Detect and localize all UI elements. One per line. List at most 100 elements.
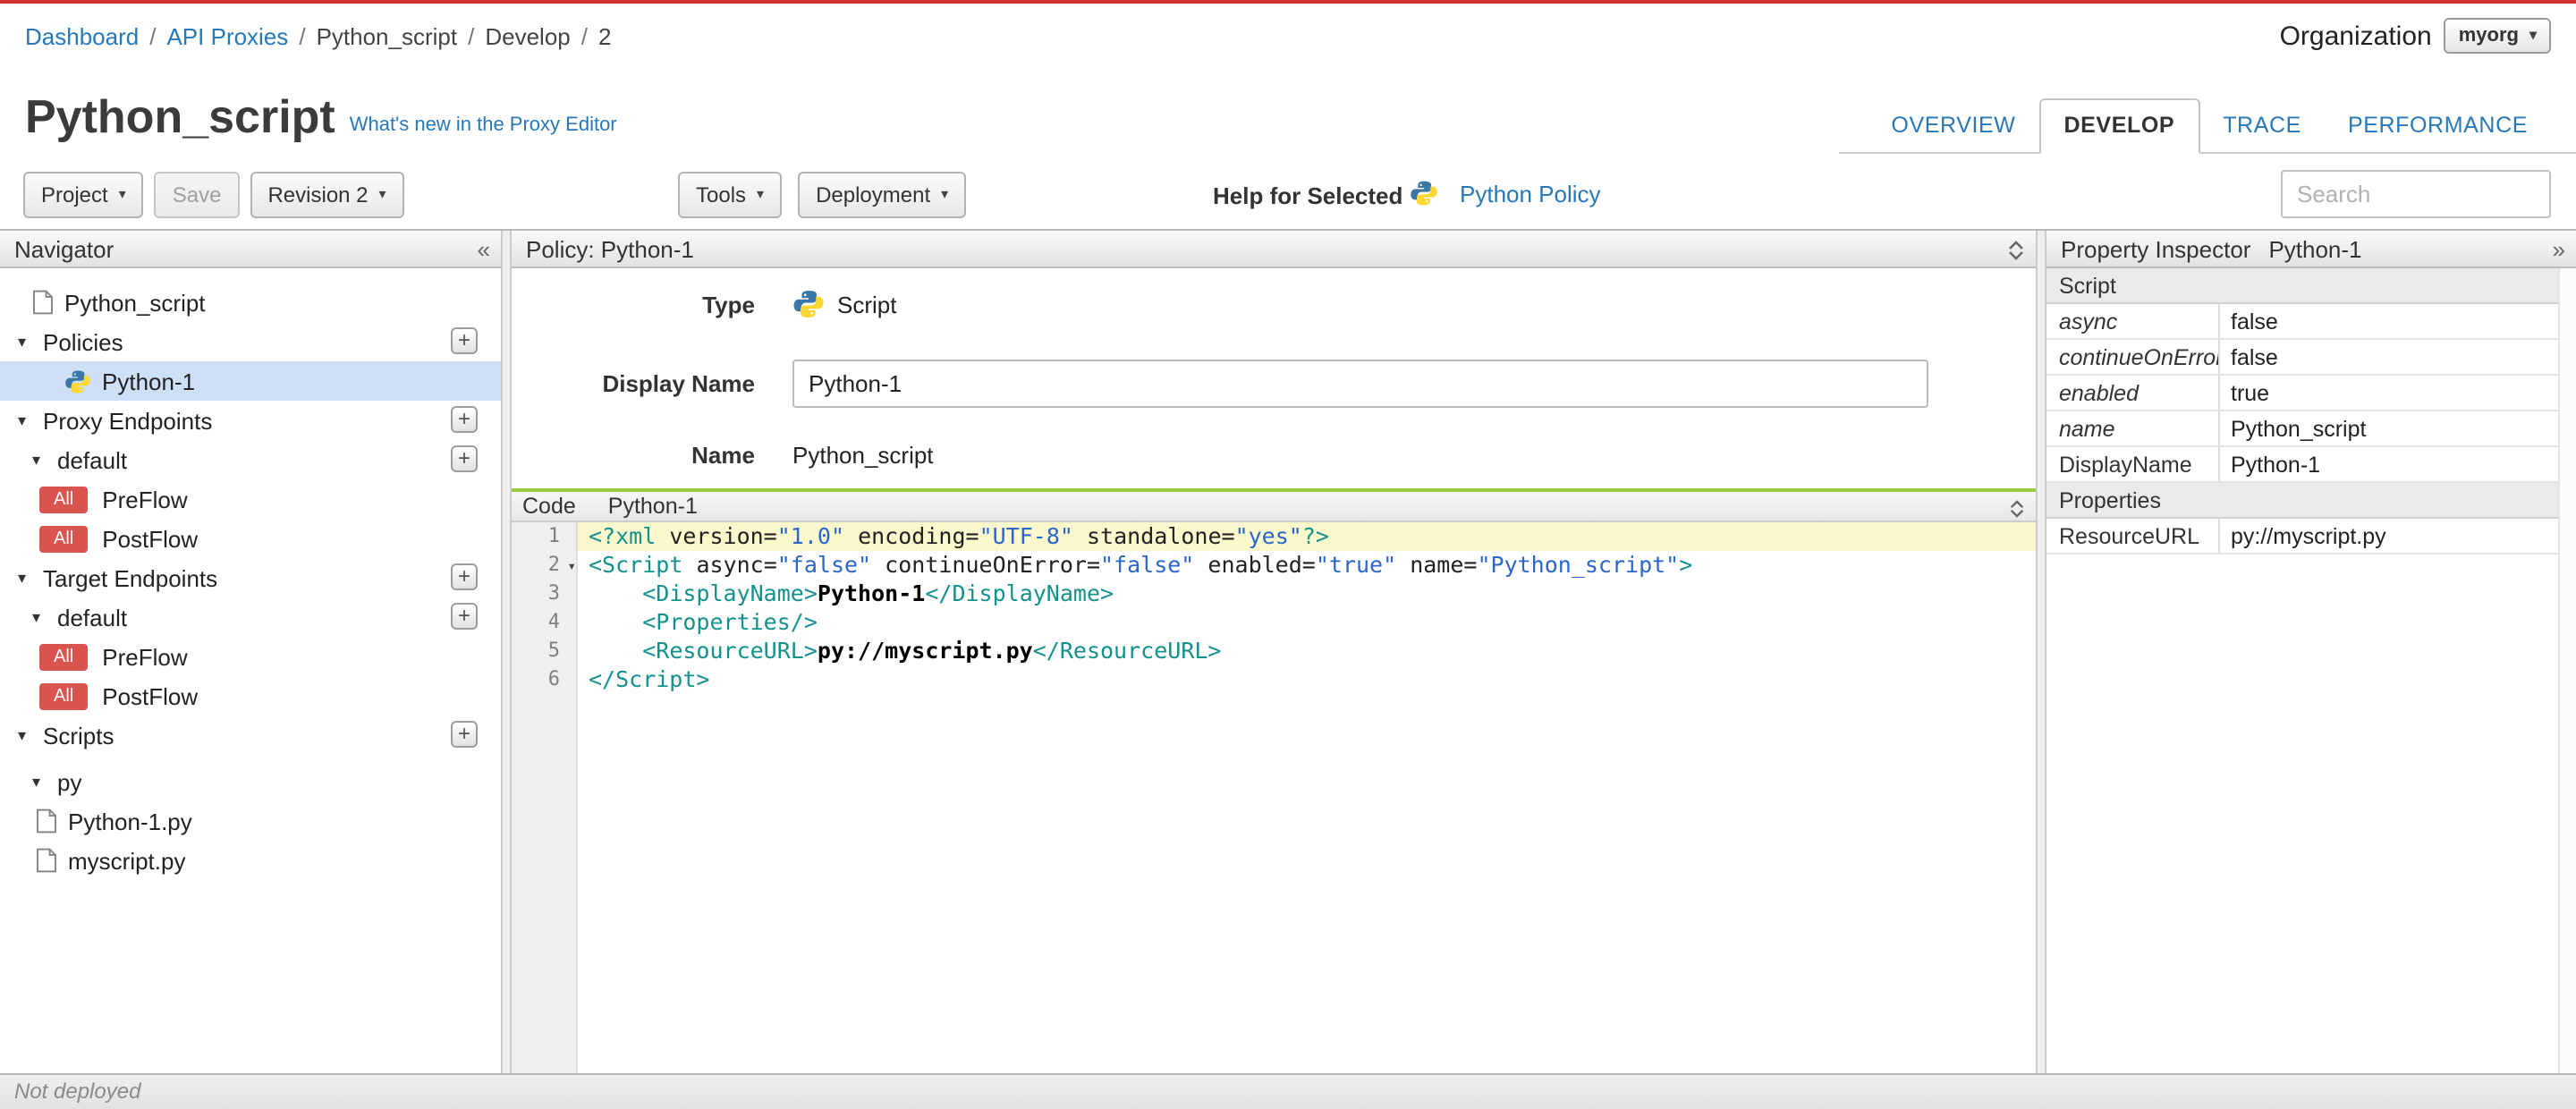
breadcrumb-separator: /	[299, 22, 306, 49]
deployment-menu-button[interactable]: Deployment ▾	[798, 172, 967, 218]
inspector-property-value[interactable]: false	[2220, 340, 2576, 374]
caret-down-icon[interactable]: ▾	[32, 450, 50, 470]
caret-down-icon[interactable]: ▾	[18, 725, 36, 745]
tree-section-proxy-endpoints[interactable]: ▾ Proxy Endpoints +	[0, 401, 501, 440]
inspector-row[interactable]: enabled true	[2046, 376, 2576, 411]
add-proxy-endpoint-button[interactable]: +	[451, 406, 478, 433]
caret-down-icon[interactable]: ▾	[32, 607, 50, 627]
add-policy-button[interactable]: +	[451, 327, 478, 354]
policy-panel-header: Policy: Python-1	[512, 231, 2036, 268]
line-number[interactable]: 5	[512, 637, 576, 665]
inspector-section-header: Script	[2046, 268, 2576, 304]
expand-code-panel-icon[interactable]	[2009, 492, 2025, 526]
help-for-selected-label: Help for Selected	[1213, 182, 1403, 209]
tab-develop[interactable]: DEVELOP	[2038, 98, 2200, 154]
code-line[interactable]: <ResourceURL>py://myscript.py</ResourceU…	[578, 637, 2036, 665]
inspector-property-value[interactable]: Python_script	[2220, 411, 2576, 445]
caret-down-icon[interactable]: ▾	[32, 772, 50, 792]
add-flow-button[interactable]: +	[451, 603, 478, 630]
code-line[interactable]: <Properties/>	[578, 608, 2036, 637]
inspector-row[interactable]: DisplayName Python-1	[2046, 447, 2576, 483]
tree-item-proxy-default[interactable]: ▾ default +	[0, 440, 501, 479]
tree-group-py[interactable]: ▾ py	[0, 762, 501, 801]
type-row: Type Script	[512, 281, 2036, 327]
breadcrumb: Dashboard / API Proxies / Python_script / Deve…	[25, 22, 611, 49]
line-number[interactable]: 4	[512, 608, 576, 637]
collapse-panel-icon[interactable]	[2007, 231, 2025, 268]
inspector-property-value[interactable]: true	[2220, 376, 2576, 410]
navigator-tree: Python_script ▾ Policies + Python-1 ▾ Pr…	[0, 268, 501, 1073]
add-target-endpoint-button[interactable]: +	[451, 563, 478, 590]
code-panel-header: Code Python-1	[512, 488, 2036, 522]
tree-item-target-default[interactable]: ▾ default +	[0, 597, 501, 637]
display-name-input[interactable]	[792, 359, 1928, 407]
code-lines[interactable]: <?xml version="1.0" encoding="UTF-8" sta…	[578, 522, 2036, 1073]
tab-overview[interactable]: OVERVIEW	[1868, 100, 2038, 152]
inspector-row[interactable]: continueOnError false	[2046, 340, 2576, 376]
code-panel-title: Python-1	[607, 494, 698, 519]
inspector-property-name: DisplayName	[2046, 447, 2220, 481]
tree-item-target-postflow[interactable]: All PostFlow	[0, 676, 501, 715]
inspector-property-value[interactable]: Python-1	[2220, 447, 2576, 481]
tab-performance[interactable]: PERFORMANCE	[2325, 100, 2551, 152]
organization-area: Organization myorg ▾	[2280, 18, 2551, 54]
project-menu-button[interactable]: Project ▾	[23, 172, 144, 218]
code-line[interactable]: </Script>	[578, 665, 2036, 694]
tree-section-policies[interactable]: ▾ Policies +	[0, 322, 501, 361]
add-flow-button[interactable]: +	[451, 445, 478, 472]
breadcrumb-link[interactable]: Dashboard	[25, 22, 139, 49]
proxy-editor-app: Dashboard / API Proxies / Python_script / Deve…	[0, 0, 2576, 1109]
tree-item-policy-python1[interactable]: Python-1	[0, 361, 501, 401]
line-number[interactable]: 1	[512, 522, 576, 551]
code-editor[interactable]: 123456 <?xml version="1.0" encoding="UTF…	[512, 522, 2036, 1073]
tree-section-scripts[interactable]: ▾ Scripts +	[0, 715, 501, 755]
inspector-row[interactable]: ResourceURL py://myscript.py	[2046, 519, 2576, 554]
tree-item-proxy-postflow[interactable]: All PostFlow	[0, 519, 501, 558]
whats-new-link[interactable]: What's new in the Proxy Editor	[350, 114, 617, 136]
tab-trace[interactable]: TRACE	[2199, 100, 2325, 152]
tree-item-target-preflow[interactable]: All PreFlow	[0, 637, 501, 676]
toolbar: Project ▾ Save Revision 2 ▾ Tools ▾ Deploym…	[0, 166, 2576, 225]
file-icon	[33, 290, 53, 315]
tree-item-script-python1py[interactable]: Python-1.py	[0, 801, 501, 841]
code-line[interactable]: <Script async="false" continueOnError="f…	[578, 551, 2036, 580]
tree-item-proxy-preflow[interactable]: All PreFlow	[0, 479, 501, 519]
inspector-property-value[interactable]: py://myscript.py	[2220, 519, 2576, 553]
tools-menu-button[interactable]: Tools ▾	[678, 172, 783, 218]
inspector-section-header: Properties	[2046, 483, 2576, 519]
inspector-row[interactable]: async false	[2046, 304, 2576, 340]
caret-down-icon[interactable]: ▾	[18, 568, 36, 588]
inspector-property-value[interactable]: false	[2220, 304, 2576, 338]
collapse-navigator-icon[interactable]: «	[478, 231, 490, 268]
revision-menu-button[interactable]: Revision 2 ▾	[250, 172, 404, 218]
tree-item-proxy-root[interactable]: Python_script	[0, 283, 501, 322]
inspector-scrollbar[interactable]	[2558, 268, 2576, 1073]
line-number[interactable]: 6	[512, 665, 576, 694]
line-number[interactable]: 2	[512, 551, 576, 581]
caret-down-icon[interactable]: ▾	[18, 332, 36, 351]
pane-splitter[interactable]	[501, 231, 512, 1073]
code-line[interactable]: <DisplayName>Python-1</DisplayName>	[578, 580, 2036, 608]
type-value: Script	[792, 288, 896, 320]
code-line[interactable]: <?xml version="1.0" encoding="UTF-8" sta…	[578, 522, 2036, 551]
tree-item-script-myscriptpy[interactable]: myscript.py	[0, 841, 501, 880]
tree-section-target-endpoints[interactable]: ▾ Target Endpoints +	[0, 558, 501, 597]
caret-down-icon[interactable]: ▾	[18, 411, 36, 430]
file-icon	[37, 808, 56, 834]
organization-select[interactable]: myorg ▾	[2444, 18, 2551, 54]
inspector-property-name: continueOnError	[2046, 340, 2220, 374]
search-input[interactable]	[2281, 170, 2551, 218]
breadcrumb-link[interactable]: API Proxies	[166, 22, 288, 49]
save-button[interactable]: Save	[154, 172, 240, 218]
breadcrumb-separator: /	[468, 22, 475, 49]
add-script-button[interactable]: +	[451, 721, 478, 748]
inspector-row[interactable]: name Python_script	[2046, 411, 2576, 447]
line-number[interactable]: 3	[512, 580, 576, 608]
python-icon	[1411, 181, 1437, 206]
inspector-title: Property Inspector	[2061, 235, 2251, 262]
python-policy-help-link[interactable]: Python Policy	[1460, 180, 1601, 207]
expand-inspector-icon[interactable]: »	[2553, 231, 2565, 268]
tab-bar: OVERVIEW DEVELOP TRACE PERFORMANCE	[1839, 98, 2576, 154]
policy-form: Type Script Display Name Name Python_scr…	[512, 268, 2036, 488]
pane-splitter[interactable]	[2036, 231, 2046, 1073]
